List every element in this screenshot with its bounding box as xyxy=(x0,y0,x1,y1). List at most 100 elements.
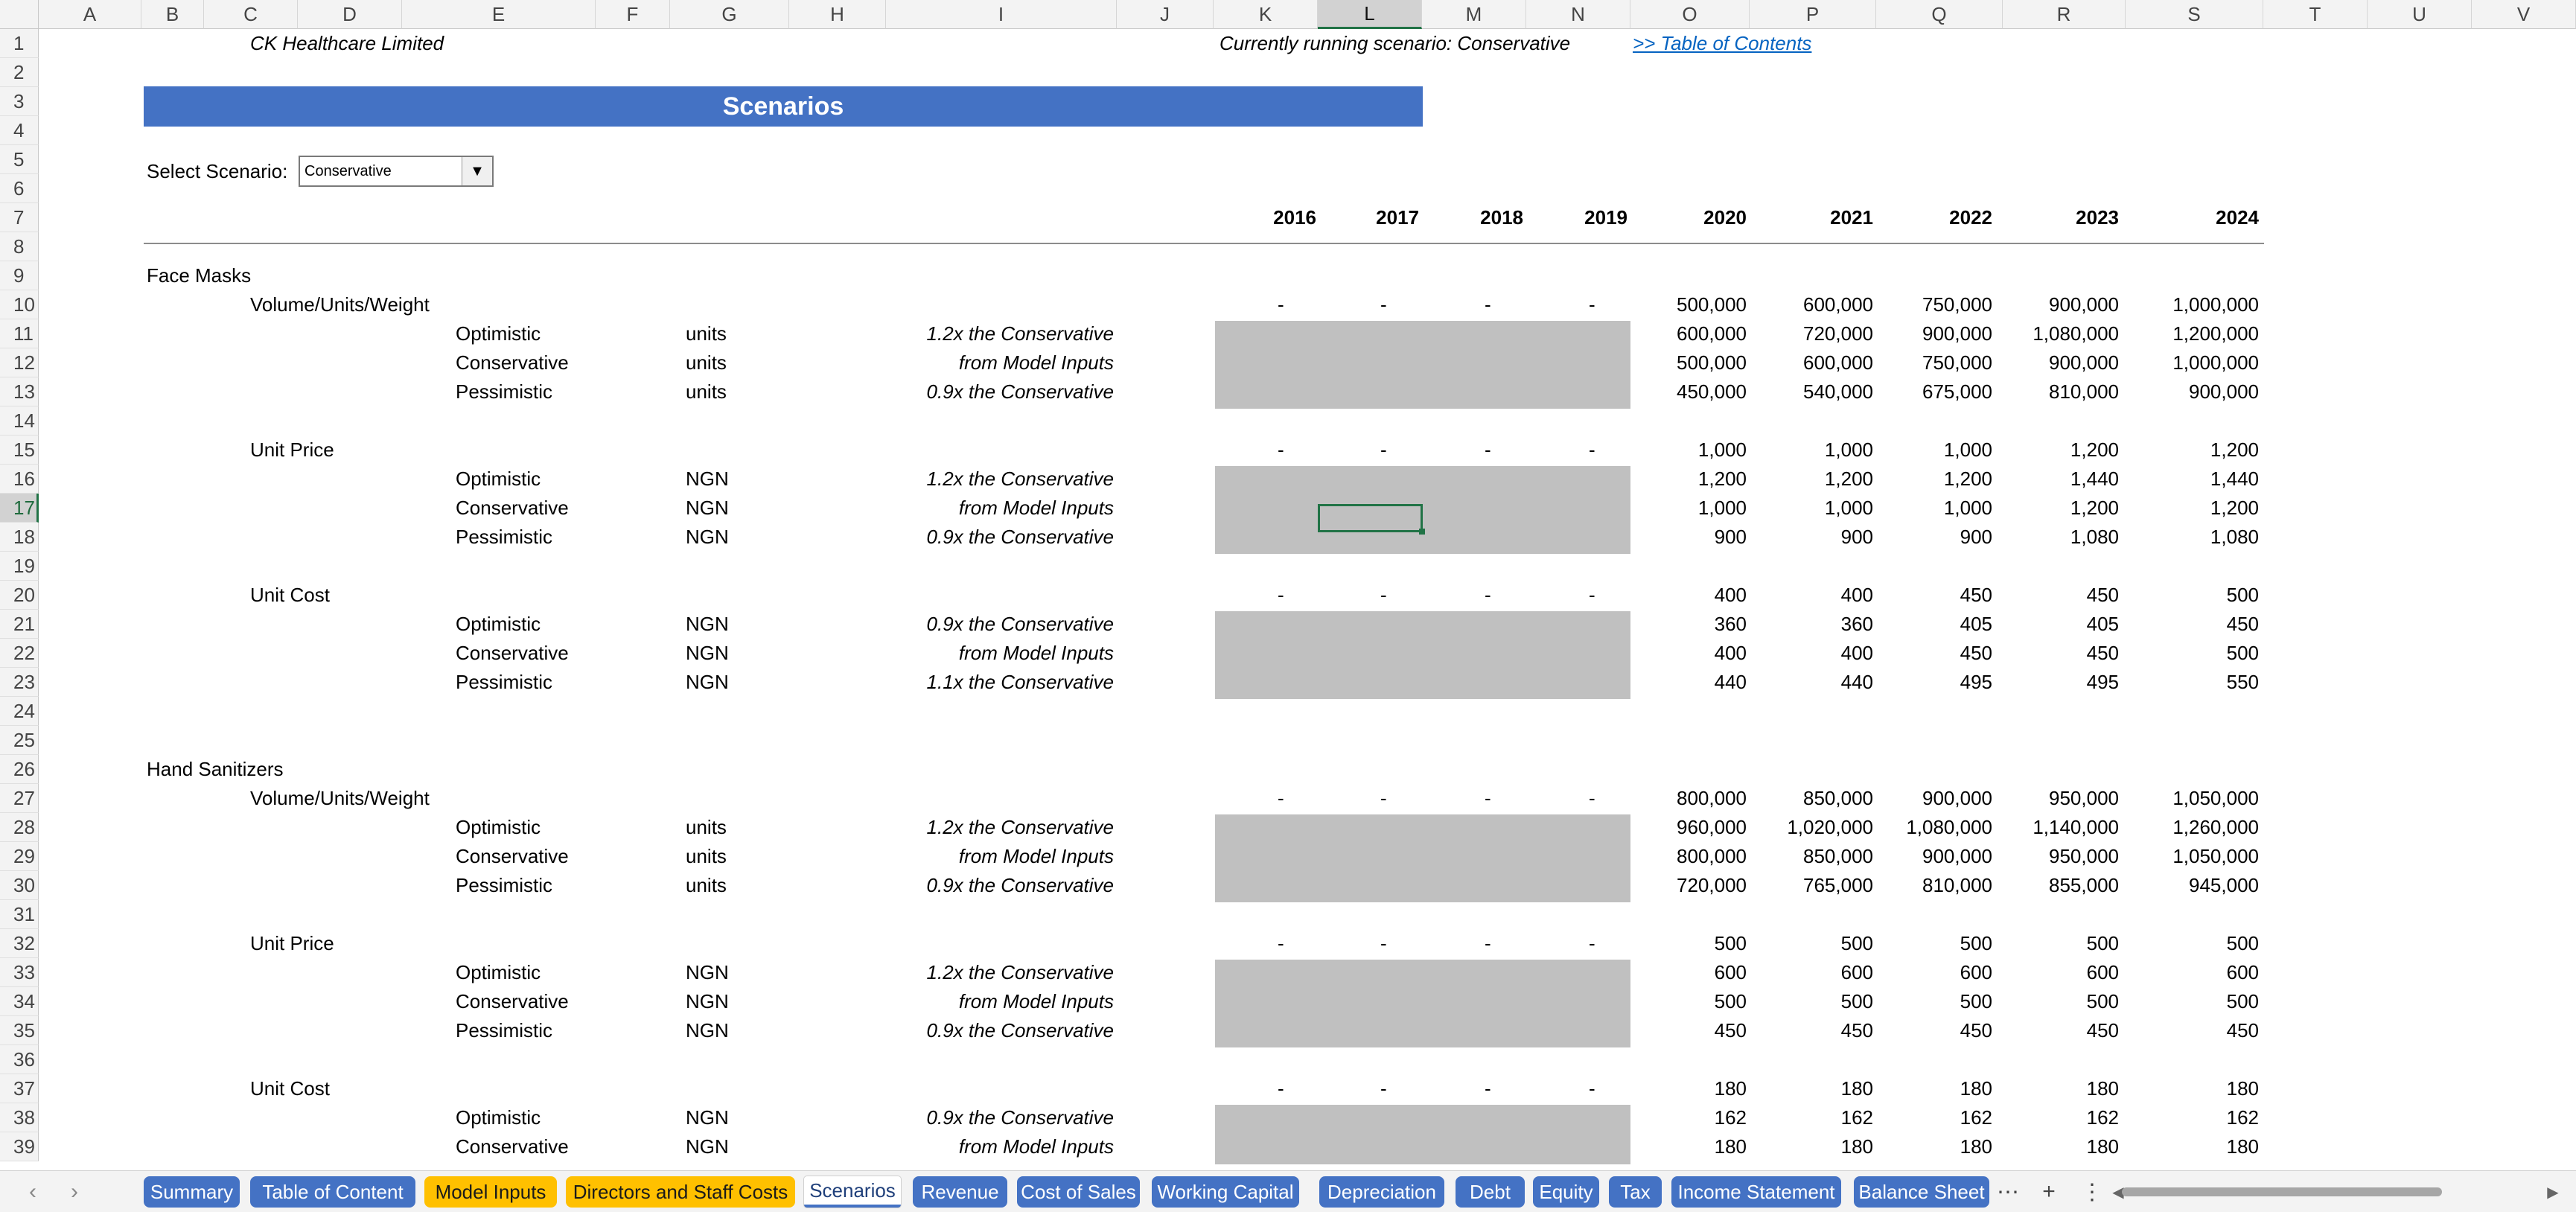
row-header[interactable]: 27 xyxy=(0,784,39,813)
row-header[interactable]: 2 xyxy=(0,58,39,87)
forecast-value: 450 xyxy=(2086,1019,2119,1042)
row-header[interactable]: 29 xyxy=(0,842,39,871)
row-header[interactable]: 26 xyxy=(0,755,39,784)
sheet-tab-scenarios[interactable]: Scenarios xyxy=(804,1176,901,1208)
row-header[interactable]: 35 xyxy=(0,1016,39,1045)
sheet-tab-debt[interactable]: Debt xyxy=(1456,1176,1525,1208)
forecast-value: 600,000 xyxy=(1803,293,1873,316)
row-header[interactable]: 6 xyxy=(0,174,39,203)
row-header[interactable]: 12 xyxy=(0,348,39,377)
column-header[interactable]: O xyxy=(1630,0,1750,29)
row-header[interactable]: 17 xyxy=(0,494,39,523)
row-header[interactable]: 18 xyxy=(0,523,39,552)
column-header[interactable]: B xyxy=(141,0,204,29)
chevron-right-icon[interactable]: › xyxy=(60,1177,89,1207)
column-header[interactable]: A xyxy=(39,0,141,29)
column-header[interactable]: V xyxy=(2472,0,2576,29)
scenario-note: from Model Inputs xyxy=(958,642,1114,664)
row-header[interactable]: 19 xyxy=(0,552,39,581)
row-header[interactable]: 3 xyxy=(0,87,39,116)
sheet-tab-income-statement[interactable]: Income Statement xyxy=(1671,1176,1841,1208)
column-header[interactable]: D xyxy=(298,0,402,29)
forecast-value: 162 xyxy=(1960,1106,1992,1129)
column-header[interactable]: C xyxy=(204,0,298,29)
sheet-tab-model-inputs[interactable]: Model Inputs xyxy=(424,1176,557,1208)
column-header[interactable]: G xyxy=(670,0,789,29)
row-header[interactable]: 32 xyxy=(0,929,39,958)
column-header[interactable]: F xyxy=(596,0,670,29)
row-header[interactable]: 33 xyxy=(0,958,39,987)
forecast-value: 600 xyxy=(2086,961,2119,983)
group-label: Volume/Units/Weight xyxy=(250,787,430,809)
column-header[interactable]: K xyxy=(1214,0,1318,29)
row-header[interactable]: 39 xyxy=(0,1132,39,1161)
column-header[interactable]: M xyxy=(1422,0,1526,29)
column-header[interactable]: T xyxy=(2263,0,2368,29)
row-header[interactable]: 16 xyxy=(0,465,39,494)
forecast-value: 180 xyxy=(2086,1077,2119,1100)
forecast-value: 400 xyxy=(1840,642,1873,664)
plus-icon[interactable]: + xyxy=(2034,1177,2064,1207)
row-header[interactable]: 34 xyxy=(0,987,39,1016)
row-header[interactable]: 5 xyxy=(0,145,39,174)
sheet-tab-depreciation[interactable]: Depreciation xyxy=(1319,1176,1444,1208)
column-header[interactable]: S xyxy=(2126,0,2263,29)
sheet-tab-cost-of-sales[interactable]: Cost of Sales xyxy=(1017,1176,1140,1208)
chevron-left-icon[interactable]: ‹ xyxy=(18,1177,48,1207)
row-header[interactable]: 15 xyxy=(0,436,39,465)
column-header[interactable]: U xyxy=(2368,0,2472,29)
column-header[interactable]: E xyxy=(402,0,596,29)
scrollbar-thumb[interactable] xyxy=(2122,1187,2442,1196)
column-header[interactable]: Q xyxy=(1876,0,2003,29)
row-header[interactable]: 10 xyxy=(0,290,39,319)
sheet-tab-summary[interactable]: Summary xyxy=(144,1176,240,1208)
sheet-tab-directors-and-staff-costs[interactable]: Directors and Staff Costs xyxy=(566,1176,795,1208)
scroll-right-icon[interactable]: ▶ xyxy=(2542,1178,2564,1205)
row-header[interactable]: 8 xyxy=(0,232,39,261)
row-header[interactable]: 38 xyxy=(0,1103,39,1132)
row-header[interactable]: 14 xyxy=(0,406,39,436)
row-header[interactable]: 21 xyxy=(0,610,39,639)
column-header[interactable]: R xyxy=(2003,0,2126,29)
row-header[interactable]: 11 xyxy=(0,319,39,348)
forecast-value: 500 xyxy=(1714,990,1747,1012)
sheet-tab-revenue[interactable]: Revenue xyxy=(913,1176,1007,1208)
column-header[interactable]: N xyxy=(1526,0,1630,29)
row-header[interactable]: 20 xyxy=(0,581,39,610)
column-header[interactable]: H xyxy=(789,0,886,29)
column-header[interactable]: L xyxy=(1318,0,1422,29)
row-header[interactable]: 4 xyxy=(0,116,39,145)
column-header[interactable]: J xyxy=(1117,0,1214,29)
sheet-tab-balance-sheet[interactable]: Balance Sheet xyxy=(1854,1176,1989,1208)
scenario-dropdown[interactable]: Conservative ▼ xyxy=(299,156,494,187)
row-header[interactable]: 9 xyxy=(0,261,39,290)
column-header[interactable]: P xyxy=(1750,0,1876,29)
row-header[interactable]: 28 xyxy=(0,813,39,842)
dropdown-arrow-icon[interactable]: ▼ xyxy=(462,157,492,185)
row-header[interactable]: 36 xyxy=(0,1045,39,1074)
selected-cell-L17[interactable] xyxy=(1318,504,1425,535)
row-header[interactable]: 24 xyxy=(0,697,39,726)
row-header[interactable]: 7 xyxy=(0,203,39,232)
forecast-value: 800,000 xyxy=(1677,845,1747,867)
sheet-tab-working-capital[interactable]: Working Capital xyxy=(1152,1176,1299,1208)
row-header[interactable]: 31 xyxy=(0,900,39,929)
forecast-value: 950,000 xyxy=(2049,845,2119,867)
row-header[interactable]: 1 xyxy=(0,29,39,58)
sheet-tab-table-of-content[interactable]: Table of Content xyxy=(250,1176,415,1208)
forecast-value: 500 xyxy=(2226,990,2259,1012)
sheet-tab-equity[interactable]: Equity xyxy=(1533,1176,1599,1208)
table-of-contents-link[interactable]: >> Table of Contents xyxy=(1633,29,1811,58)
row-header[interactable]: 23 xyxy=(0,668,39,697)
row-header[interactable]: 37 xyxy=(0,1074,39,1103)
horizontal-scrollbar[interactable] xyxy=(2122,1186,2539,1198)
row-header[interactable]: 25 xyxy=(0,726,39,755)
row-header[interactable]: 22 xyxy=(0,639,39,668)
vertical-ellipsis-icon[interactable]: ⋮ xyxy=(2077,1177,2107,1207)
sheet-tab-tax[interactable]: Tax xyxy=(1609,1176,1662,1208)
ellipsis-icon[interactable]: ⋯ xyxy=(1993,1177,2023,1207)
row-header[interactable]: 13 xyxy=(0,377,39,406)
select-all-corner[interactable] xyxy=(0,0,39,29)
row-header[interactable]: 30 xyxy=(0,871,39,900)
column-header[interactable]: I xyxy=(886,0,1117,29)
